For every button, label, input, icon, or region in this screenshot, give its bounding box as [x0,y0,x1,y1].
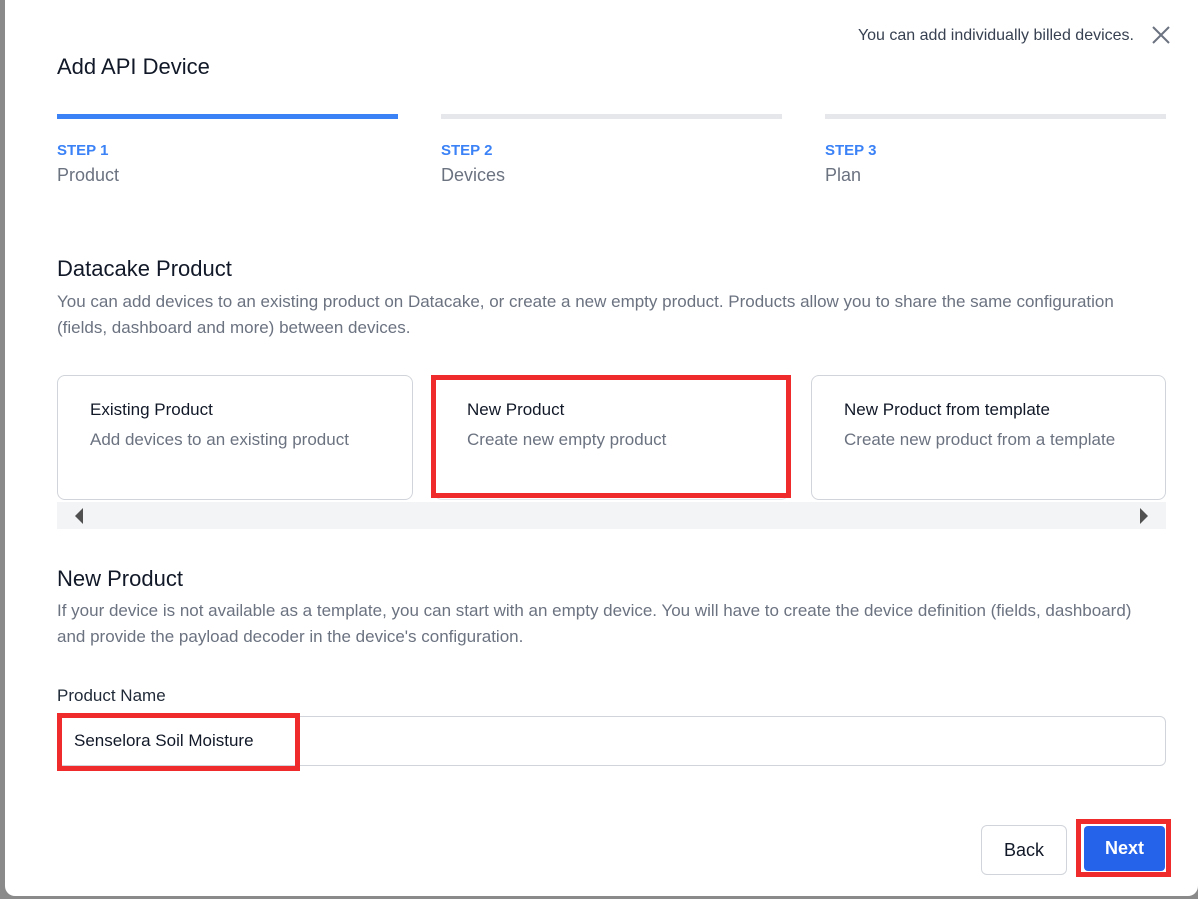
scroll-right-icon[interactable] [1140,508,1148,524]
option-subtitle: Create new product from a template [844,430,1116,449]
option-subtitle: Create new empty product [467,430,667,449]
option-new-product-from-template[interactable]: New Product from template Create new pro… [811,375,1166,500]
next-button[interactable]: Next [1084,826,1165,871]
product-section-heading: Datacake Product [57,256,232,281]
step-3-bar [825,114,1166,119]
option-title: New Product from template [844,400,1050,419]
option-existing-product[interactable]: Existing Product Add devices to an exist… [57,375,413,500]
product-section-description: You can add devices to an existing produ… [57,292,1114,337]
back-button[interactable]: Back [981,825,1067,875]
new-product-heading: New Product [57,566,183,591]
step-2-bar [441,114,782,119]
close-icon[interactable] [1150,24,1172,46]
product-name-label: Product Name [57,686,166,705]
step-3-number: STEP 3 [825,142,877,159]
step-1-bar [57,114,398,119]
option-subtitle: Add devices to an existing product [90,430,349,449]
billing-note: You can add individually billed devices. [857,27,1134,44]
step-2-number: STEP 2 [441,142,493,159]
option-title: Existing Product [90,400,213,419]
horizontal-scrollbar[interactable] [57,502,1166,529]
step-1-name: Product [57,165,120,185]
product-name-input[interactable] [57,716,1166,766]
step-3-name: Plan [825,165,862,185]
modal-title: Add API Device [57,54,210,79]
step-1-number: STEP 1 [57,142,109,159]
new-product-description: If your device is not available as a tem… [57,601,1132,646]
step-2-name: Devices [441,165,506,185]
scroll-left-icon[interactable] [75,508,83,524]
add-api-device-modal: Add API Device You can add individually … [5,0,1198,896]
option-new-product[interactable]: New Product Create new empty product [434,375,789,500]
option-title: New Product [467,400,565,419]
